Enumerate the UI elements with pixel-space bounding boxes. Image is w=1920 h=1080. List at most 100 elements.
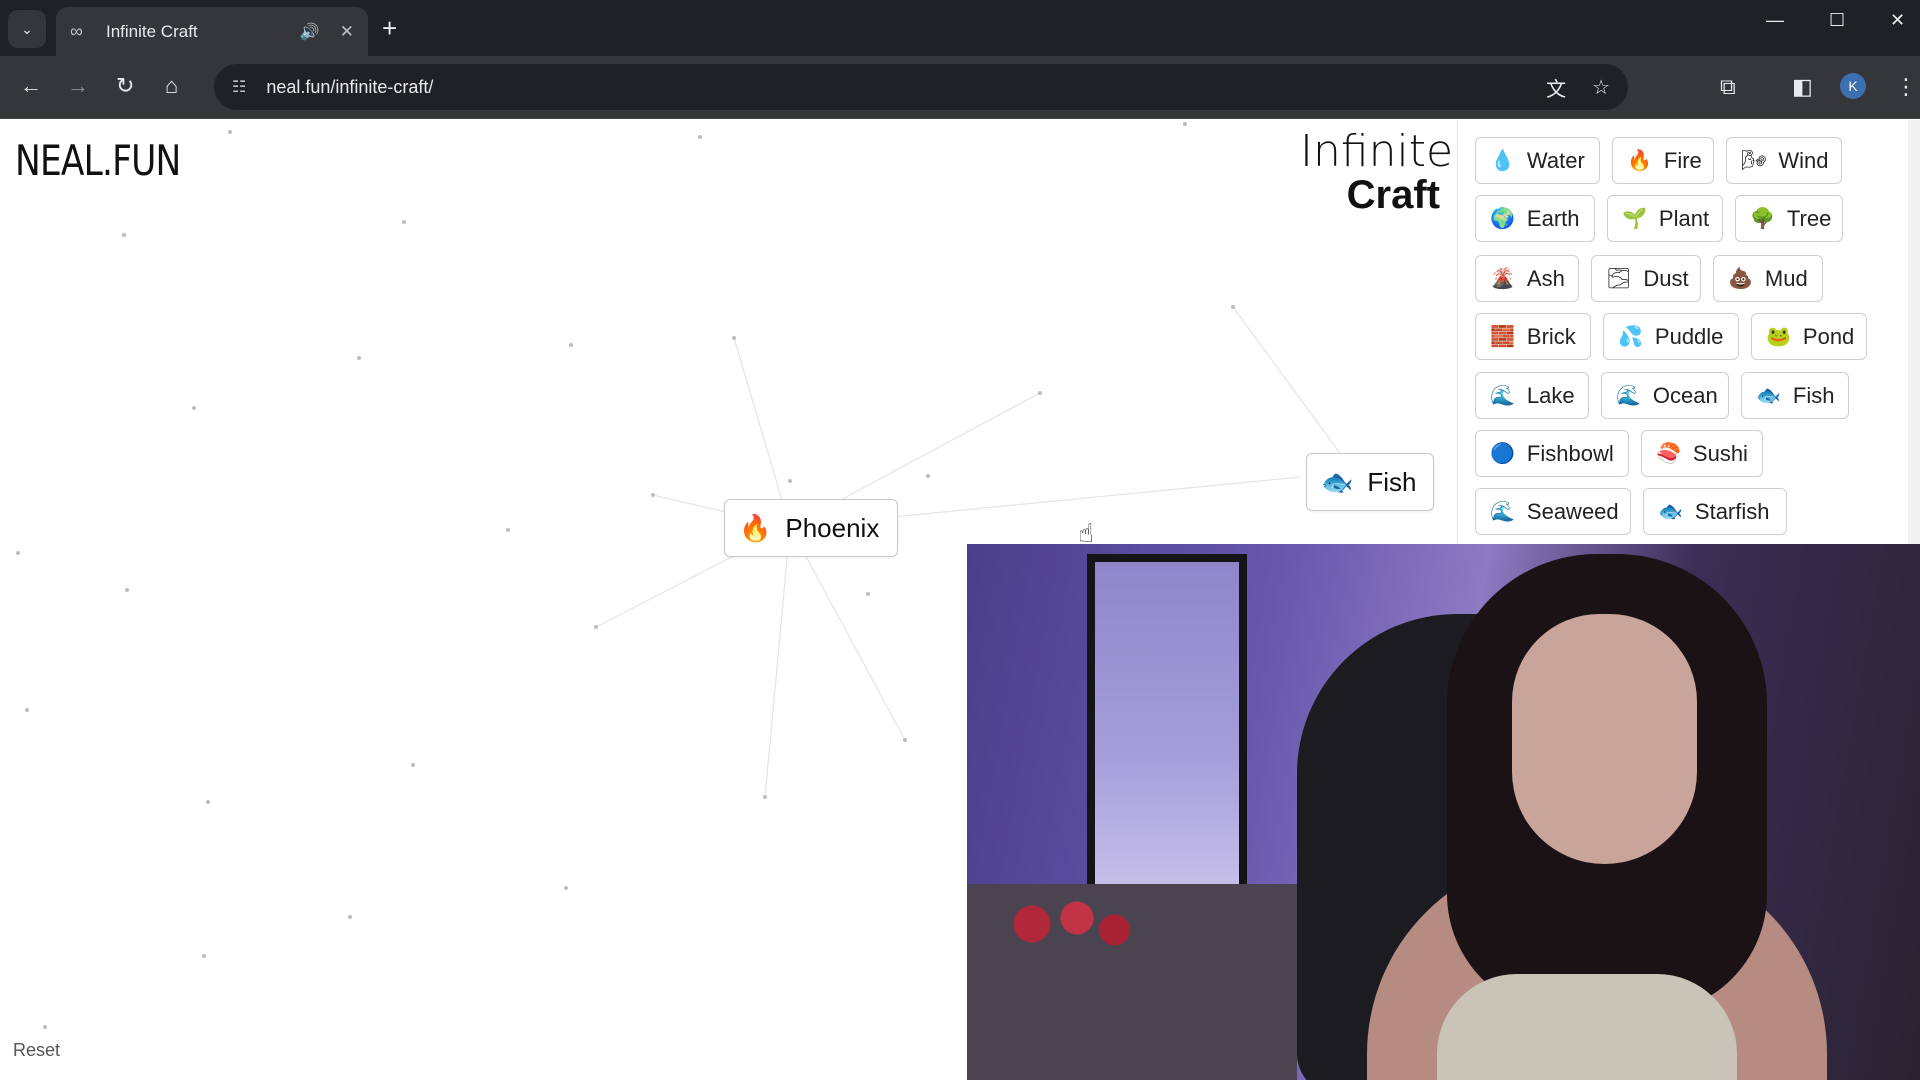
item-label: Dust: [1643, 265, 1689, 291]
item-label: Earth: [1526, 205, 1580, 231]
sidebar-item-fish[interactable]: 🐟 Fish: [1741, 372, 1849, 419]
maximize-icon[interactable]: ☐: [1829, 10, 1845, 31]
infinite-craft-title: Infinite Craft: [1300, 126, 1454, 217]
canvas-element-fish[interactable]: 🐟 Fish: [1306, 453, 1434, 511]
tab-title: Infinite Craft: [106, 21, 198, 41]
item-label: Plant: [1658, 205, 1710, 231]
sidebar-item-wind[interactable]: 🌬 Wind: [1726, 137, 1842, 184]
address-bar[interactable]: ☷ neal.fun/infinite-craft/ 文 ☆: [214, 64, 1628, 110]
canvas-element-phoenix[interactable]: 🔥 Phoenix: [724, 499, 898, 557]
reset-button[interactable]: Reset: [13, 1040, 60, 1061]
minimize-icon[interactable]: —: [1766, 10, 1784, 31]
title-line-2: Craft: [1346, 173, 1440, 217]
sidebar-item-lake[interactable]: 🌊 Lake: [1475, 372, 1589, 419]
browser-toolbar: ← → ↻ ⌂ ☷ neal.fun/infinite-craft/ 文 ☆ ⧉…: [0, 56, 1920, 119]
new-tab-button[interactable]: +: [382, 12, 397, 44]
sidebar-item-brick[interactable]: 🧱 Brick: [1475, 313, 1591, 360]
sidebar-item-earth[interactable]: 🌍 Earth: [1475, 195, 1595, 242]
element-label: Fish: [1367, 466, 1417, 497]
webcam-overlay: [967, 544, 1920, 1080]
sidebar-item-tree[interactable]: 🌳 Tree: [1735, 195, 1843, 242]
sidebar-item-ocean[interactable]: 🌊 Ocean: [1601, 372, 1729, 419]
fire-icon: 🔥: [739, 512, 772, 543]
item-label: Fishbowl: [1526, 440, 1614, 466]
item-label: Puddle: [1654, 323, 1724, 349]
item-label: Fire: [1663, 147, 1702, 173]
wave-icon: 🌊: [1490, 501, 1515, 523]
droplet-icon: 💧: [1490, 150, 1515, 172]
mud-icon: 💩: [1728, 268, 1753, 290]
infinity-icon: ∞: [70, 21, 83, 41]
tab-search-button[interactable]: ⌄: [8, 10, 46, 48]
close-window-icon[interactable]: ✕: [1890, 10, 1905, 31]
site-info-icon[interactable]: ☷: [232, 77, 246, 97]
item-label: Pond: [1802, 323, 1855, 349]
item-label: Ash: [1526, 265, 1565, 291]
dust-icon: 🌫: [1606, 268, 1632, 290]
sidebar-item-fishbowl[interactable]: 🔵 Fishbowl: [1475, 430, 1629, 477]
item-label: Tree: [1786, 205, 1832, 231]
speaker-icon[interactable]: 🔊: [300, 22, 320, 42]
splash-icon: 💦: [1618, 326, 1643, 348]
element-label: Phoenix: [785, 512, 880, 543]
sidebar-item-water[interactable]: 💧 Water: [1475, 137, 1600, 184]
item-label: Mud: [1764, 265, 1808, 291]
bookmark-star-icon[interactable]: ☆: [1592, 75, 1610, 100]
webcam-person-face: [1512, 614, 1697, 864]
fish-icon: 🐟: [1321, 466, 1354, 497]
chevron-down-icon: ⌄: [21, 20, 33, 37]
item-label: Sushi: [1692, 440, 1748, 466]
item-label: Lake: [1526, 382, 1575, 408]
item-label: Brick: [1526, 323, 1576, 349]
fishbowl-icon: 🔵: [1490, 443, 1515, 465]
webcam-person-top: [1437, 974, 1737, 1080]
sidebar-item-pond[interactable]: 🐸 Pond: [1751, 313, 1867, 360]
seedling-icon: 🌱: [1622, 208, 1647, 230]
extensions-icon[interactable]: ⧉: [1720, 74, 1736, 100]
sidebar-scrollbar[interactable]: [1908, 120, 1920, 545]
reload-icon[interactable]: ↻: [116, 72, 134, 100]
sushi-icon: 🍣: [1656, 443, 1681, 465]
webcam-flowers: [987, 894, 1137, 954]
side-panel-icon[interactable]: ◧: [1792, 74, 1813, 100]
sidebar-item-puddle[interactable]: 💦 Puddle: [1603, 313, 1739, 360]
home-icon[interactable]: ⌂: [165, 72, 178, 100]
webcam-mirror: [1087, 554, 1247, 904]
sidebar-item-sushi[interactable]: 🍣 Sushi: [1641, 430, 1763, 477]
neal-fun-logo[interactable]: NEAL.FUN: [15, 136, 181, 185]
item-label: Seaweed: [1526, 498, 1619, 524]
sidebar-item-starfish[interactable]: 🐟 Starfish: [1643, 488, 1787, 535]
fire-icon: 🔥: [1627, 150, 1652, 172]
tree-icon: 🌳: [1750, 208, 1775, 230]
sidebar-item-dust[interactable]: 🌫 Dust: [1591, 255, 1701, 302]
item-label: Ocean: [1652, 382, 1718, 408]
browser-tab-strip: ⌄ ∞ Infinite Craft 🔊 ✕ + — ☐ ✕: [0, 0, 1920, 56]
wind-icon: 🌬: [1741, 150, 1767, 172]
translate-icon[interactable]: 文: [1546, 73, 1566, 102]
item-label: Wind: [1778, 147, 1829, 173]
item-label: Starfish: [1694, 498, 1770, 524]
sidebar-item-plant[interactable]: 🌱 Plant: [1607, 195, 1723, 242]
frog-icon: 🐸: [1766, 326, 1791, 348]
url-text[interactable]: neal.fun/infinite-craft/: [266, 77, 1520, 98]
sidebar-item-fire[interactable]: 🔥 Fire: [1612, 137, 1714, 184]
back-icon[interactable]: ←: [20, 72, 42, 100]
brick-icon: 🧱: [1490, 326, 1515, 348]
globe-icon: 🌍: [1490, 208, 1515, 230]
profile-avatar[interactable]: K: [1840, 73, 1866, 99]
sidebar-item-mud[interactable]: 💩 Mud: [1713, 255, 1823, 302]
sidebar-item-ash[interactable]: 🌋 Ash: [1475, 255, 1579, 302]
wave-icon: 🌊: [1616, 385, 1641, 407]
title-line-1: Infinite: [1300, 126, 1454, 177]
sidebar-item-seaweed[interactable]: 🌊 Seaweed: [1475, 488, 1631, 535]
forward-icon[interactable]: →: [67, 72, 89, 100]
item-label: Water: [1526, 147, 1585, 173]
fish-icon: 🐟: [1756, 385, 1781, 407]
fish-icon: 🐟: [1658, 501, 1683, 523]
item-label: Fish: [1792, 382, 1835, 408]
browser-tab-active[interactable]: ∞ Infinite Craft 🔊 ✕: [56, 7, 368, 56]
close-tab-icon[interactable]: ✕: [340, 22, 354, 42]
volcano-icon: 🌋: [1490, 268, 1515, 290]
menu-kebab-icon[interactable]: ⋮: [1895, 74, 1917, 100]
wave-icon: 🌊: [1490, 385, 1515, 407]
